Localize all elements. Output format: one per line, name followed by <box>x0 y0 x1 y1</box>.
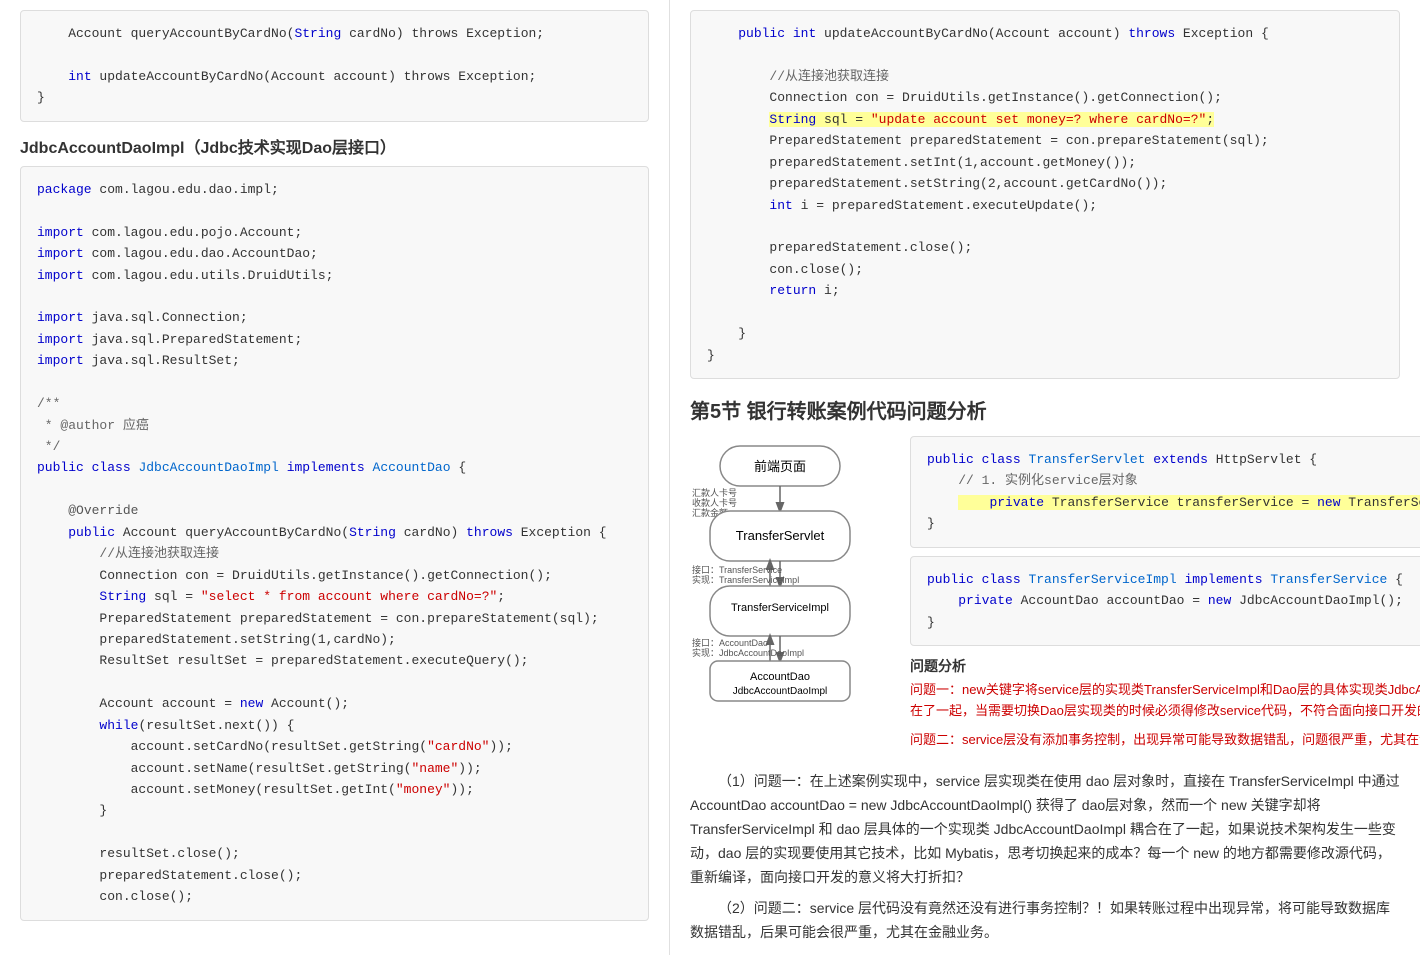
right-panel: public int updateAccountByCardNo(Account… <box>670 0 1420 955</box>
impl-code-block: package com.lagou.edu.dao.impl; import c… <box>20 166 649 921</box>
top-code-block: Account queryAccountByCardNo(String card… <box>20 10 649 122</box>
problem1-red: 问题一：new关键字将service层的实现类TransferServiceIm… <box>910 680 1420 722</box>
svg-text:TransferServiceImpl: TransferServiceImpl <box>731 602 829 614</box>
problem-analysis-title: 问题分析 <box>910 656 1420 676</box>
svg-text:前端页面: 前端页面 <box>754 459 806 474</box>
line-query-account: Account queryAccountByCardNo(String card… <box>37 26 544 41</box>
transfer-servlet-code: public class TransferServlet extends Htt… <box>910 436 1420 548</box>
right-top-code: public int updateAccountByCardNo(Account… <box>690 10 1400 379</box>
problem2-red: 问题二：service层没有添加事务控制，出现异常可能导致数据错乱，问题很严重，… <box>910 730 1420 751</box>
architecture-diagram: 前端页面 汇款人卡号 收款人卡号 汇款金额 TransferServlet 接口… <box>690 436 890 706</box>
diagram-container: 前端页面 汇款人卡号 收款人卡号 汇款金额 TransferServlet 接口… <box>690 436 1400 758</box>
problem-analysis-section: 问题分析 问题一：new关键字将service层的实现类TransferServ… <box>910 656 1420 750</box>
problem1-desc: （1）问题一：在上述案例实现中，service 层实现类在使用 dao 层对象时… <box>690 770 1400 889</box>
section5-title: 第5节 银行转账案例代码问题分析 <box>690 395 1400 424</box>
diagram-code-area: public class TransferServlet extends Htt… <box>910 436 1420 758</box>
impl-section-title: JdbcAccountDaoImpl（Jdbc技术实现Dao层接口） <box>20 134 649 158</box>
svg-text:AccountDao: AccountDao <box>750 671 810 683</box>
left-panel: Account queryAccountByCardNo(String card… <box>0 0 670 955</box>
problem2-desc: （2）问题二：service 层代码没有竟然还没有进行事务控制？！如果转账过程中… <box>690 897 1400 945</box>
svg-text:JdbcAccountDaoImpl: JdbcAccountDaoImpl <box>733 686 828 697</box>
svg-text:汇款人卡号: 汇款人卡号 <box>692 487 737 498</box>
svg-text:收款人卡号: 收款人卡号 <box>692 497 737 508</box>
svg-text:实现：JdbcAccountDaoImpl: 实现：JdbcAccountDaoImpl <box>692 647 804 658</box>
svg-text:实现：TransferServiceImpl: 实现：TransferServiceImpl <box>692 574 799 585</box>
svg-text:TransferServlet: TransferServlet <box>736 528 825 543</box>
transfer-service-impl-code: public class TransferServiceImpl impleme… <box>910 556 1420 646</box>
int-keyword: int <box>68 69 91 84</box>
closing-brace: } <box>37 90 45 105</box>
svg-text:接口：TransferService: 接口：TransferService <box>692 564 782 575</box>
svg-text:接口：AccountDao: 接口：AccountDao <box>692 637 768 648</box>
